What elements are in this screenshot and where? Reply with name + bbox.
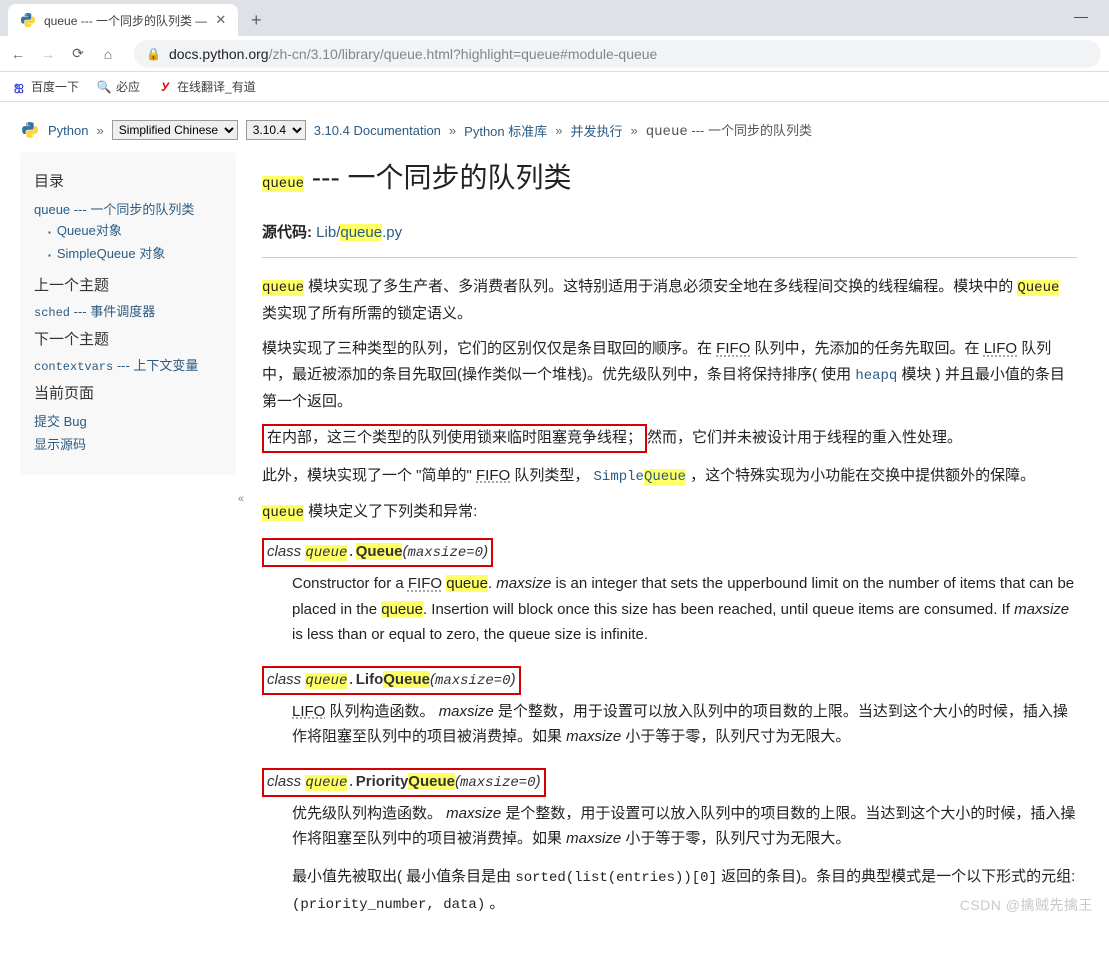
para-intro-1: queue 模块实现了多生产者、多消费者队列。这特别适用于消息必须安全地在多线程…: [262, 274, 1077, 326]
lock-icon: 🔒: [146, 47, 161, 61]
simplequeue-link[interactable]: SimpleQueue: [594, 469, 686, 485]
fifo-abbr: FIFO: [476, 467, 510, 484]
toc-item-queue-objects[interactable]: Queue对象: [48, 218, 222, 241]
breadcrumb-sep: »: [555, 123, 562, 138]
thispage-heading: 当前页面: [34, 382, 222, 403]
page-body: Python » Simplified Chinese 3.10.4 3.10.…: [0, 102, 1109, 975]
bookmark-baidu[interactable]: ஐ百度一下: [12, 78, 79, 95]
lifo-abbr: LIFO: [984, 340, 1017, 357]
class-lifoqueue-sig: class queue.LifoQueue(maxsize=0): [262, 666, 1077, 695]
class-lifoqueue-desc: LIFO 队列构造函数。 maxsize 是个整数，用于设置可以放入队列中的项目…: [292, 699, 1077, 750]
toc-item-top[interactable]: queue --- 一个同步的队列类 Queue对象 SimpleQueue 对…: [34, 197, 222, 266]
crumb-python[interactable]: Python: [48, 123, 88, 138]
tab-title: queue --- 一个同步的队列类 —: [44, 12, 207, 29]
window-minimize-icon[interactable]: —: [1061, 4, 1101, 28]
bookmark-youdao[interactable]: У在线翻译_有道: [158, 78, 256, 95]
crumb-documentation[interactable]: 3.10.4 Documentation: [314, 123, 441, 138]
class-queue-desc: Constructor for a FIFO queue. maxsize is…: [292, 571, 1077, 648]
breadcrumb-sep: »: [449, 123, 456, 138]
forward-button: →: [38, 46, 58, 62]
prev-topic-heading: 上一个主题: [34, 274, 222, 295]
relbar: Python » Simplified Chinese 3.10.4 3.10.…: [0, 116, 1109, 152]
highlighted-box-2: class queue.Queue(maxsize=0): [262, 538, 493, 567]
thispage-list: 提交 Bug 显示源码: [34, 409, 222, 455]
source-line: 源代码: Lib/queue.py: [262, 220, 1077, 246]
crumb-current: queue --- 一个同步的队列类: [646, 120, 812, 140]
home-button[interactable]: ⌂: [98, 46, 118, 62]
para-simplequeue: 此外，模块实现了一个 "简单的" FIFO 队列类型， SimpleQueue …: [262, 463, 1077, 490]
class-priorityqueue: class queue.PriorityQueue(maxsize=0) 优先级…: [262, 768, 1077, 918]
breadcrumb-sep: »: [631, 123, 638, 138]
back-button[interactable]: ←: [8, 46, 28, 62]
python-favicon: [20, 12, 36, 28]
class-queue: class queue.Queue(maxsize=0) Constructor…: [262, 538, 1077, 648]
crumb-concurrency[interactable]: 并发执行: [570, 121, 622, 140]
prev-topic-link[interactable]: sched --- 事件调度器: [34, 301, 222, 320]
url-text: docs.python.org/zh-cn/3.10/library/queue…: [169, 46, 657, 62]
new-tab-button[interactable]: +: [242, 6, 270, 34]
report-bug-link[interactable]: 提交 Bug: [34, 409, 222, 432]
highlighted-box-1: 在内部，这三个类型的队列使用锁来临时阻塞竞争线程；: [262, 424, 647, 453]
para-lock-note: 在内部，这三个类型的队列使用锁来临时阻塞竞争线程；然而，它们并未被设计用于线程的…: [262, 424, 1077, 453]
class-queue-sig: class queue.Queue(maxsize=0): [262, 538, 1077, 567]
bookmarks-bar: ஐ百度一下 🔍必应 У在线翻译_有道: [0, 72, 1109, 102]
version-select[interactable]: 3.10.4: [246, 120, 306, 140]
youdao-icon: У: [158, 80, 172, 94]
class-priorityqueue-sig: class queue.PriorityQueue(maxsize=0): [262, 768, 1077, 797]
toc-list: queue --- 一个同步的队列类 Queue对象 SimpleQueue 对…: [34, 197, 222, 266]
para-defines: queue 模块定义了下列类和异常:: [262, 499, 1077, 526]
next-topic-link[interactable]: contextvars --- 上下文变量: [34, 355, 222, 374]
breadcrumb-sep: »: [96, 123, 103, 138]
tab-bar: queue --- 一个同步的队列类 — ✕ + —: [0, 0, 1109, 36]
browser-toolbar: ← → ⟳ ⌂ 🔒 docs.python.org/zh-cn/3.10/lib…: [0, 36, 1109, 72]
fifo-abbr: FIFO: [716, 340, 750, 357]
para-intro-2: 模块实现了三种类型的队列，它们的区别仅仅是条目取回的顺序。在 FIFO 队列中，…: [262, 336, 1077, 414]
title-highlight: queue: [262, 176, 304, 192]
highlighted-box-3: class queue.LifoQueue(maxsize=0): [262, 666, 521, 695]
show-source-link[interactable]: 显示源码: [34, 432, 222, 455]
body-wrap: 目录 queue --- 一个同步的队列类 Queue对象 SimpleQueu…: [0, 152, 1109, 975]
bing-icon: 🔍: [97, 80, 111, 94]
divider: [262, 257, 1077, 258]
crumb-stdlib[interactable]: Python 标准库: [464, 121, 547, 140]
priorityqueue-note: 最小值先被取出( 最小值条目是由 sorted(list(entries))[0…: [292, 864, 1077, 918]
bookmark-bing[interactable]: 🔍必应: [97, 78, 140, 95]
baidu-icon: ஐ: [12, 80, 26, 94]
tab-close-icon[interactable]: ✕: [215, 12, 226, 28]
class-lifoqueue: class queue.LifoQueue(maxsize=0) LIFO 队列…: [262, 666, 1077, 750]
heapq-link[interactable]: heapq: [855, 368, 897, 384]
sidebar: 目录 queue --- 一个同步的队列类 Queue对象 SimpleQueu…: [20, 152, 236, 475]
toc-heading: 目录: [34, 170, 222, 191]
sidebar-collapse-icon[interactable]: «: [238, 493, 244, 505]
reload-button[interactable]: ⟳: [68, 45, 88, 62]
python-logo-icon: [20, 120, 40, 140]
browser-tab[interactable]: queue --- 一个同步的队列类 — ✕: [8, 4, 238, 36]
page-title: queue --- 一个同步的队列类: [262, 154, 1077, 202]
source-link[interactable]: Lib/queue.py: [316, 224, 402, 241]
class-priorityqueue-desc: 优先级队列构造函数。 maxsize 是个整数，用于设置可以放入队列中的项目数的…: [292, 801, 1077, 918]
highlighted-box-4: class queue.PriorityQueue(maxsize=0): [262, 768, 546, 797]
main-content: queue --- 一个同步的队列类 源代码: Lib/queue.py que…: [236, 152, 1089, 935]
address-bar[interactable]: 🔒 docs.python.org/zh-cn/3.10/library/que…: [134, 40, 1101, 68]
language-select[interactable]: Simplified Chinese: [112, 120, 238, 140]
toc-item-simplequeue-objects[interactable]: SimpleQueue 对象: [48, 241, 222, 264]
browser-chrome: queue --- 一个同步的队列类 — ✕ + — ← → ⟳ ⌂ 🔒 doc…: [0, 0, 1109, 102]
next-topic-heading: 下一个主题: [34, 328, 222, 349]
